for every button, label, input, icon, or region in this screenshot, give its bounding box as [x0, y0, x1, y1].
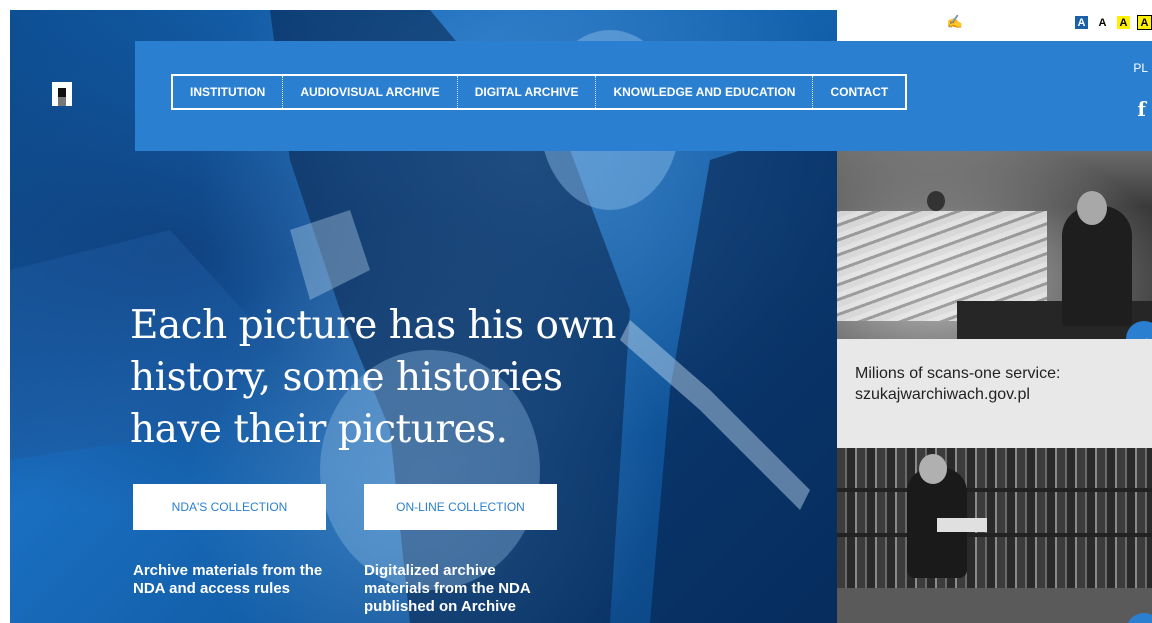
- nav-item-audiovisual-archive[interactable]: AUDIOVISUAL ARCHIVE: [283, 76, 458, 108]
- facebook-icon[interactable]: f: [1137, 97, 1146, 121]
- bookshelf: [837, 488, 1152, 492]
- desk-lamp: [927, 191, 945, 211]
- reading-woman-photo[interactable]: [837, 448, 1152, 623]
- main-menu: INSTITUTION AUDIOVISUAL ARCHIVE DIGITAL …: [171, 74, 908, 110]
- language-switch[interactable]: PL: [1133, 61, 1148, 75]
- promo-card-text: Milions of scans-one service: szukajwarc…: [855, 363, 1135, 405]
- font-size-large-button[interactable]: A+: [1007, 15, 1022, 29]
- site-logo[interactable]: [52, 82, 72, 106]
- nav-item-knowledge-education[interactable]: KNOWLEDGE AND EDUCATION: [596, 76, 814, 108]
- navigation-panel: INSTITUTION AUDIOVISUAL ARCHIVE DIGITAL …: [135, 41, 1152, 151]
- logo-mark: [58, 88, 66, 97]
- sign-language-icon[interactable]: ✍: [947, 14, 963, 30]
- nav-item-digital-archive[interactable]: DIGITAL ARCHIVE: [458, 76, 597, 108]
- font-size-xlarge-button[interactable]: A++: [1032, 15, 1054, 29]
- contrast-yellow-black-button[interactable]: A: [1137, 14, 1152, 30]
- nav-item-contact[interactable]: CONTACT: [813, 76, 905, 108]
- accessibility-toolbar: ✍ A A+ A++ A A A A: [947, 10, 1152, 34]
- bookshelf: [837, 533, 1152, 537]
- font-size-normal-button[interactable]: A: [989, 15, 997, 29]
- man-head: [1077, 191, 1107, 225]
- nav-item-institution[interactable]: INSTITUTION: [173, 76, 284, 108]
- woman-head: [919, 454, 947, 484]
- contrast-yellow-button[interactable]: A: [1116, 14, 1131, 30]
- promo-card-line: szukajwarchiwach.gov.pl: [855, 386, 1030, 403]
- headline-line: Each picture has his own: [130, 303, 617, 348]
- promo-card[interactable]: Milions of scans-one service: szukajwarc…: [837, 339, 1152, 448]
- headline-line: history, some histories: [130, 355, 563, 400]
- hero-headline: Each picture has his own history, some h…: [130, 300, 650, 456]
- online-collection-description: Digitalized archive materials from the N…: [364, 562, 531, 615]
- logo-mark-shade: [58, 97, 66, 106]
- nda-collection-button[interactable]: NDA'S COLLECTION: [133, 484, 326, 530]
- contrast-default-button[interactable]: A: [1074, 14, 1089, 30]
- online-collection-button[interactable]: ON-LINE COLLECTION: [364, 484, 557, 530]
- side-column: → Milions of scans-one service: szukajwa…: [837, 151, 1152, 623]
- open-book: [937, 518, 987, 532]
- contrast-white-button[interactable]: A: [1095, 14, 1110, 30]
- archive-office-photo[interactable]: [837, 151, 1152, 339]
- floor-books: [837, 588, 1152, 623]
- headline-line: have their pictures.: [130, 407, 508, 452]
- promo-card-line: Milions of scans-one service:: [855, 365, 1061, 382]
- page: ✍ A A+ A++ A A A A INSTITUTION AUDIOVISU…: [10, 10, 1152, 623]
- nda-collection-description: Archive materials from the NDA and acces…: [133, 562, 323, 597]
